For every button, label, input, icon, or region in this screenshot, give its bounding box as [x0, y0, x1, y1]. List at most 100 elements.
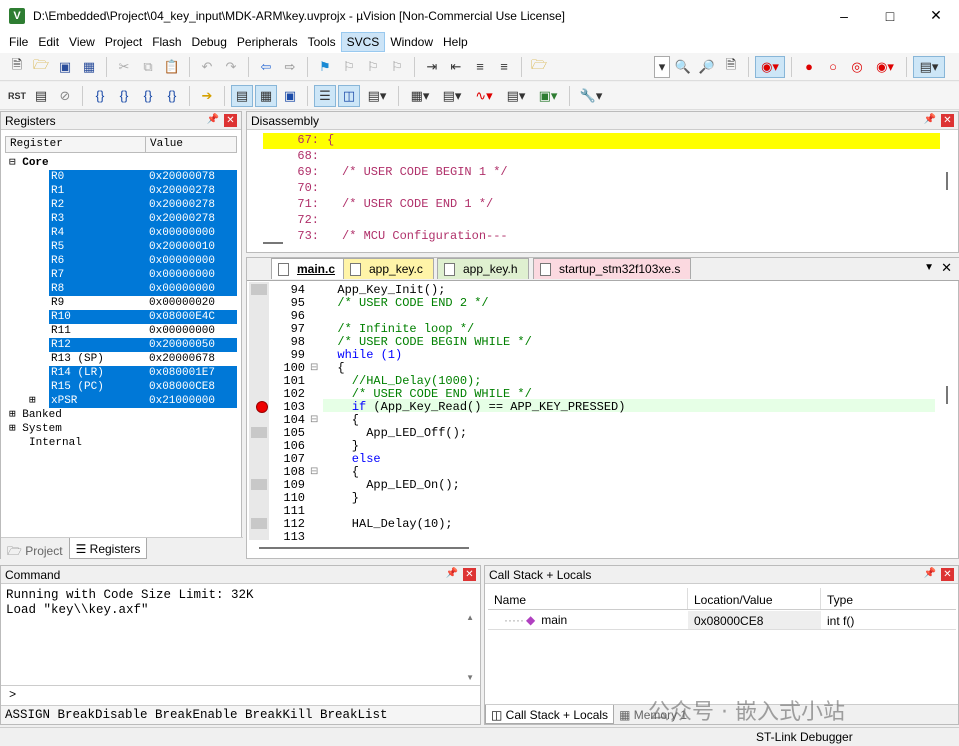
close-button[interactable]: ✕ — [913, 0, 959, 31]
location-column-header[interactable]: Location/Value — [688, 588, 821, 609]
menu-flash[interactable]: Flash — [147, 32, 186, 52]
disable-all-breakpoints-icon[interactable]: ◎ — [846, 56, 868, 78]
editor-hscroll-thumb[interactable] — [259, 547, 469, 549]
memory-window-icon[interactable]: ▦▾ — [405, 85, 435, 107]
tab-project[interactable]: 🗁 Project — [1, 538, 69, 559]
menu-peripherals[interactable]: Peripherals — [232, 32, 303, 52]
register-row[interactable]: R14 (LR) 0x080001E7 — [49, 366, 237, 380]
nav-forward-icon[interactable]: ⇨ — [279, 56, 301, 78]
prev-bookmark-icon[interactable]: ⚐ — [338, 56, 360, 78]
redo-icon[interactable]: ↷ — [220, 56, 242, 78]
nav-back-icon[interactable]: ⇦ — [255, 56, 277, 78]
open-file-icon[interactable]: 🗁 — [30, 56, 52, 78]
register-row[interactable]: R15 (PC) 0x08000CE8 — [49, 380, 237, 394]
run-icon[interactable]: ▤ — [30, 85, 52, 107]
disassembly-hscroll-thumb[interactable] — [263, 242, 283, 244]
fold-toggle-icon[interactable]: ⊟ — [310, 414, 318, 425]
register-row[interactable]: R1 0x20000278 — [49, 184, 237, 198]
call-stack-window-icon[interactable]: ◫ — [338, 84, 360, 107]
find-in-files-icon[interactable]: 🗁 — [528, 56, 550, 78]
browse-icon[interactable]: 🗎 — [720, 56, 742, 78]
register-row[interactable]: R4 0x00000000 — [49, 226, 237, 240]
menu-file[interactable]: File — [4, 32, 33, 52]
disassembly-window-icon[interactable]: ▦ — [255, 84, 277, 107]
incremental-find-icon[interactable]: 🔎 — [696, 56, 718, 78]
fold-toggle-icon[interactable]: ⊟ — [310, 362, 318, 373]
new-file-icon[interactable]: 🗎 — [6, 56, 28, 78]
register-row[interactable]: xPSR 0x21000000 ⊞ — [29, 394, 237, 408]
register-row[interactable]: R7 0x00000000 — [49, 268, 237, 282]
analysis-window-icon[interactable]: ∿▾ — [469, 85, 499, 107]
run-to-cursor-icon[interactable]: {} — [161, 85, 183, 107]
indent-icon[interactable]: ⇥ — [421, 56, 443, 78]
register-row[interactable]: R0 0x20000078 — [49, 170, 237, 184]
serial-window-icon[interactable]: ▤▾ — [437, 85, 467, 107]
insert-breakpoint-icon[interactable]: ● — [798, 56, 820, 78]
register-row[interactable]: R13 (SP) 0x20000678 — [49, 352, 237, 366]
minimize-button[interactable]: – — [821, 0, 867, 31]
show-next-statement-icon[interactable]: ➔ — [196, 85, 218, 107]
tab-main-c[interactable]: main.c — [271, 258, 347, 279]
core-expander[interactable]: ⊟ Core — [9, 156, 49, 170]
register-row[interactable]: R5 0x20000010 — [49, 240, 237, 254]
close-icon[interactable]: ✕ — [224, 114, 237, 127]
copy-icon[interactable]: ⧉ — [137, 56, 159, 78]
pin-icon[interactable]: 📌 — [924, 568, 936, 579]
banked-group[interactable]: ⊞ Banked — [9, 408, 62, 422]
callstack-row[interactable]: ····· ◆ main 0x08000CE8 int f() — [488, 611, 956, 630]
editor-vscroll-thumb[interactable] — [946, 386, 948, 404]
kill-breakpoints-icon[interactable]: ◉▾ — [870, 56, 900, 78]
reset-icon[interactable]: RST — [6, 85, 28, 107]
toolbox-icon[interactable]: 🔧▾ — [576, 85, 606, 107]
maximize-button[interactable]: □ — [867, 0, 913, 31]
pin-icon[interactable]: 📌 — [207, 114, 219, 125]
command-window-icon[interactable]: ▤ — [231, 84, 253, 107]
type-column-header[interactable]: Type — [821, 588, 859, 609]
undo-icon[interactable]: ↶ — [196, 56, 218, 78]
tab-app-key-c[interactable]: app_key.c — [343, 258, 434, 279]
close-icon[interactable]: ✕ — [941, 568, 954, 581]
pin-icon[interactable]: 📌 — [924, 114, 936, 125]
clear-bookmarks-icon[interactable]: ⚐ — [386, 56, 408, 78]
name-column-header[interactable]: Name — [488, 588, 688, 609]
find-combo-dropdown[interactable]: ▾ — [654, 55, 670, 78]
find-icon[interactable]: 🔍 — [672, 56, 694, 78]
fold-toggle-icon[interactable]: ⊟ — [310, 466, 318, 477]
register-row[interactable]: R10 0x08000E4C — [49, 310, 237, 324]
menu-svcs[interactable]: SVCS — [340, 32, 386, 52]
code-line[interactable]: HAL_Delay(10); — [323, 518, 453, 531]
xpsr-expander[interactable]: ⊞ — [29, 394, 36, 408]
register-row[interactable]: R12 0x20000050 — [49, 338, 237, 352]
trace-window-icon[interactable]: ▤▾ — [501, 85, 531, 107]
register-row[interactable]: R9 0x00000020 — [49, 296, 237, 310]
debug-session-icon[interactable]: ◉▾ — [755, 55, 785, 78]
watch-window-icon[interactable]: ▤▾ — [362, 85, 392, 107]
register-row[interactable]: R2 0x20000278 — [49, 198, 237, 212]
comment-icon[interactable]: ≡ — [469, 56, 491, 78]
close-icon[interactable]: ✕ — [941, 114, 954, 127]
register-row[interactable]: R8 0x00000000 — [49, 282, 237, 296]
paste-icon[interactable]: 📋 — [161, 56, 183, 78]
next-bookmark-icon[interactable]: ⚐ — [362, 56, 384, 78]
menu-edit[interactable]: Edit — [33, 32, 64, 52]
symbols-window-icon[interactable]: ▣ — [279, 85, 301, 107]
unindent-icon[interactable]: ⇤ — [445, 56, 467, 78]
save-all-icon[interactable]: ▦ — [78, 56, 100, 78]
register-row[interactable]: R3 0x20000278 — [49, 212, 237, 226]
tab-list-dropdown-icon[interactable]: ▼ — [924, 262, 934, 273]
step-out-icon[interactable]: {} — [137, 85, 159, 107]
system-viewer-icon[interactable]: ▣▾ — [533, 85, 563, 107]
tab-app-key-h[interactable]: app_key.h — [437, 258, 529, 279]
register-row[interactable]: R11 0x00000000 — [49, 324, 237, 338]
register-column-header[interactable]: Register — [6, 137, 146, 152]
menu-window[interactable]: Window — [385, 32, 438, 52]
code-line[interactable]: } — [323, 492, 359, 505]
value-column-header[interactable]: Value — [146, 137, 183, 152]
enable-breakpoint-icon[interactable]: ○ — [822, 56, 844, 78]
close-tab-icon[interactable]: ✕ — [941, 260, 952, 276]
menu-help[interactable]: Help — [438, 32, 473, 52]
registers-window-icon[interactable]: ☰ — [314, 84, 336, 107]
menu-view[interactable]: View — [64, 32, 100, 52]
step-into-icon[interactable]: {} — [89, 85, 111, 107]
system-group[interactable]: ⊞ System — [9, 422, 62, 436]
